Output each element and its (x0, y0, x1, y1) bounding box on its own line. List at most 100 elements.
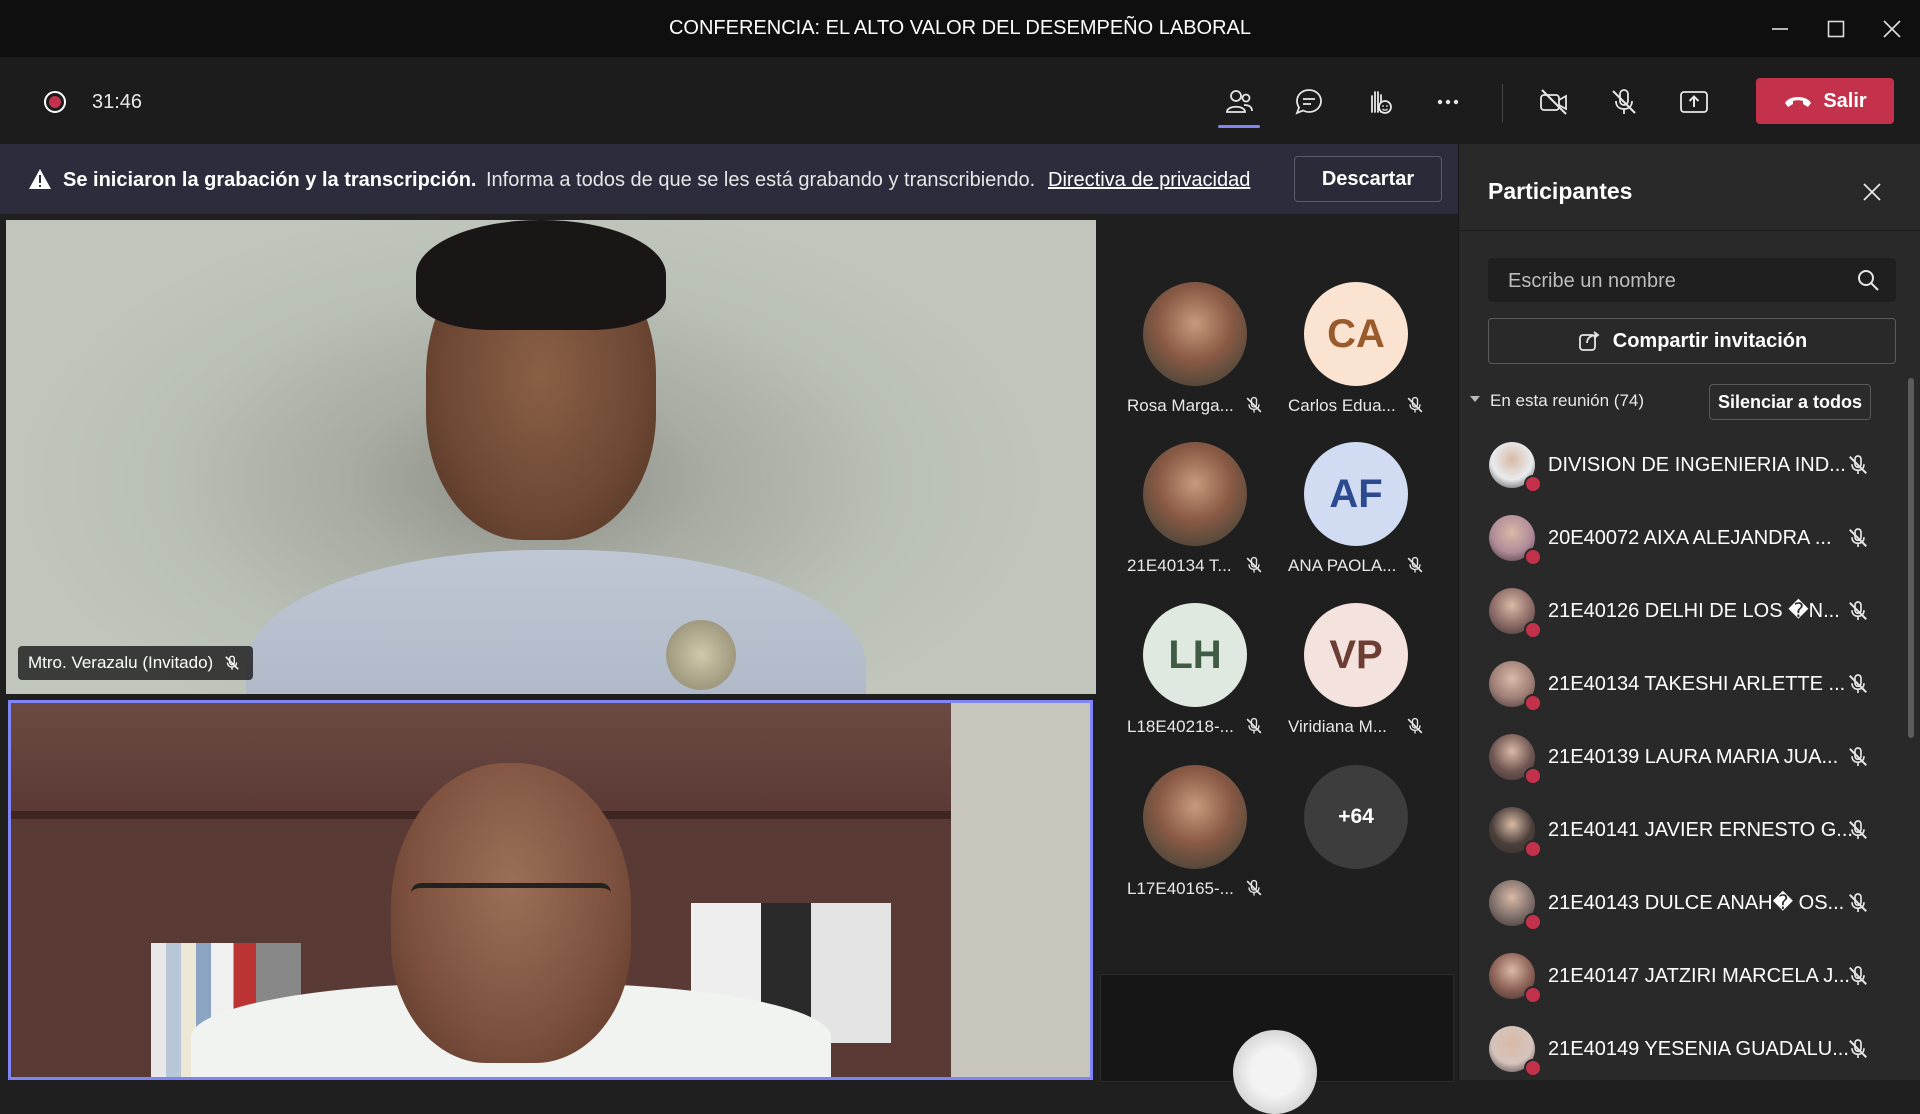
gallery-participant-name: Carlos Edua... (1288, 396, 1396, 415)
people-button[interactable] (1215, 80, 1263, 124)
participant-row[interactable]: 21E40147 JATZIRI MARCELA J... (1488, 946, 1888, 1006)
participant-row[interactable]: 21E40141 JAVIER ERNESTO G... (1488, 800, 1888, 860)
participant-avatar-initials[interactable]: CA (1304, 282, 1408, 386)
banner-message: Informa a todos de que se les está graba… (486, 169, 1036, 191)
maximize-icon (1827, 20, 1845, 37)
leave-button[interactable]: Salir (1756, 78, 1894, 124)
participant-row[interactable]: DIVISION DE INGENIERIA IND... (1488, 435, 1888, 495)
active-video-tile[interactable] (8, 700, 1093, 1080)
participant-row[interactable]: 21E40139 LAURA MARIA JUA... (1488, 727, 1888, 787)
maximize-button[interactable] (1808, 0, 1864, 57)
participant-avatar-initials[interactable]: LH (1143, 603, 1247, 707)
mic-off-icon[interactable] (1846, 964, 1870, 988)
speaker-name-label: Mtro. Verazalu (Invitado) (18, 646, 254, 680)
mic-off-icon[interactable] (1846, 1037, 1870, 1061)
participant-row[interactable]: 20E40072 AIXA ALEJANDRA ... (1488, 508, 1888, 568)
presence-busy-icon (1524, 621, 1542, 639)
participant-name: 21E40139 LAURA MARIA JUA... (1548, 746, 1839, 768)
mic-off-icon (1244, 878, 1264, 898)
participant-avatar-photo[interactable] (1143, 282, 1247, 386)
participant-row[interactable]: 21E40143 DULCE ANAH� OS... (1488, 873, 1888, 933)
participant-avatar-initials[interactable]: VP (1304, 603, 1408, 707)
wall (951, 703, 1090, 1077)
participant-avatar-initials[interactable]: AF (1304, 442, 1408, 546)
mic-off-icon[interactable] (1846, 818, 1870, 842)
more-options-button[interactable] (1424, 80, 1472, 124)
mic-off-icon (225, 655, 239, 670)
people-icon (1226, 90, 1253, 113)
panel-scrollbar[interactable] (1908, 378, 1914, 738)
camera-off-icon (1540, 89, 1567, 115)
panel-divider (1459, 230, 1920, 231)
share-screen-button[interactable] (1670, 80, 1718, 124)
speaker-torso (246, 550, 866, 694)
mic-off-icon (1405, 395, 1425, 415)
privacy-policy-link[interactable]: Directiva de privacidad (1048, 167, 1250, 193)
close-icon (1863, 183, 1881, 201)
recording-indicator-icon (44, 91, 66, 113)
share-invite-button[interactable]: Compartir invitación (1488, 318, 1896, 364)
chat-icon (1295, 89, 1322, 115)
participant-row[interactable]: 21E40149 YESENIA GUADALU... (1488, 1019, 1888, 1079)
raise-hand-icon (1371, 91, 1392, 114)
presence-busy-icon (1524, 475, 1542, 493)
speaker-name: Mtro. Verazalu (Invitado) (28, 653, 214, 672)
more-participants-bubble[interactable]: +64 (1304, 765, 1408, 869)
chat-button[interactable] (1285, 80, 1333, 124)
participant-row[interactable]: 21E40134 TAKESHI ARLETTE ... (1488, 654, 1888, 714)
mic-off-icon (1244, 395, 1264, 415)
minimize-icon (1772, 27, 1788, 30)
mic-off-icon[interactable] (1846, 891, 1870, 915)
mic-toggle-button[interactable] (1600, 80, 1648, 124)
participant-name: 20E40072 AIXA ALEJANDRA ... (1548, 527, 1832, 549)
mic-off-icon (1612, 89, 1636, 114)
share-icon (1578, 331, 1600, 351)
warning-icon (29, 169, 51, 189)
close-panel-button[interactable] (1854, 174, 1890, 210)
search-icon[interactable] (1856, 268, 1880, 292)
camera-toggle-button[interactable] (1530, 80, 1578, 124)
gallery-participant-name: 21E40134 T... (1127, 556, 1232, 575)
participant-row[interactable]: 21E40126 DELHI DE LOS �N... (1488, 581, 1888, 641)
speaker-hair (416, 220, 666, 330)
mic-off-icon[interactable] (1846, 672, 1870, 696)
participant-name: 21E40141 JAVIER ERNESTO G... (1548, 819, 1853, 841)
mic-off-icon[interactable] (1846, 526, 1870, 550)
meeting-timer: 31:46 (92, 91, 143, 113)
close-icon (1883, 19, 1901, 38)
section-collapse-icon[interactable] (1470, 396, 1480, 402)
gallery-participant-name: ANA PAOLA... (1288, 556, 1397, 575)
gallery-participant-name: Rosa Marga... (1127, 396, 1234, 415)
participant-avatar-photo[interactable] (1143, 442, 1247, 546)
minimize-button[interactable] (1752, 0, 1808, 57)
panel-title: Participantes (1488, 178, 1633, 204)
presence-busy-icon (1524, 913, 1542, 931)
share-screen-icon (1680, 91, 1708, 113)
in-meeting-section-label[interactable]: En esta reunión (74) (1490, 390, 1644, 412)
participant-avatar-photo[interactable] (1143, 765, 1247, 869)
presence-busy-icon (1524, 694, 1542, 712)
shirt-emblem (666, 620, 736, 690)
mute-all-button[interactable]: Silenciar a todos (1709, 384, 1871, 420)
people-active-indicator (1218, 125, 1260, 128)
mic-off-icon[interactable] (1846, 599, 1870, 623)
toolbar-divider (1502, 84, 1503, 122)
mic-off-icon[interactable] (1846, 453, 1870, 477)
participant-name: DIVISION DE INGENIERIA IND... (1548, 454, 1846, 476)
leave-label: Salir (1823, 89, 1867, 112)
close-window-button[interactable] (1864, 0, 1920, 57)
mic-off-icon (1405, 716, 1425, 736)
mic-off-icon (1244, 555, 1264, 575)
reactions-button[interactable] (1355, 80, 1403, 124)
presence-busy-icon (1524, 548, 1542, 566)
participant-name: 21E40126 DELHI DE LOS �N... (1548, 600, 1840, 622)
mic-off-icon[interactable] (1846, 745, 1870, 769)
participant-search-input[interactable] (1506, 258, 1840, 304)
participant-name: 21E40134 TAKESHI ARLETTE ... (1548, 673, 1846, 695)
banner-title: Se iniciaron la grabación y la transcrip… (63, 169, 477, 191)
speaker-video-tile[interactable] (6, 220, 1096, 694)
hang-up-icon (1785, 97, 1812, 107)
presence-busy-icon (1524, 840, 1542, 858)
gallery-participant-name: L18E40218-... (1127, 717, 1234, 736)
dismiss-button[interactable]: Descartar (1294, 156, 1442, 202)
